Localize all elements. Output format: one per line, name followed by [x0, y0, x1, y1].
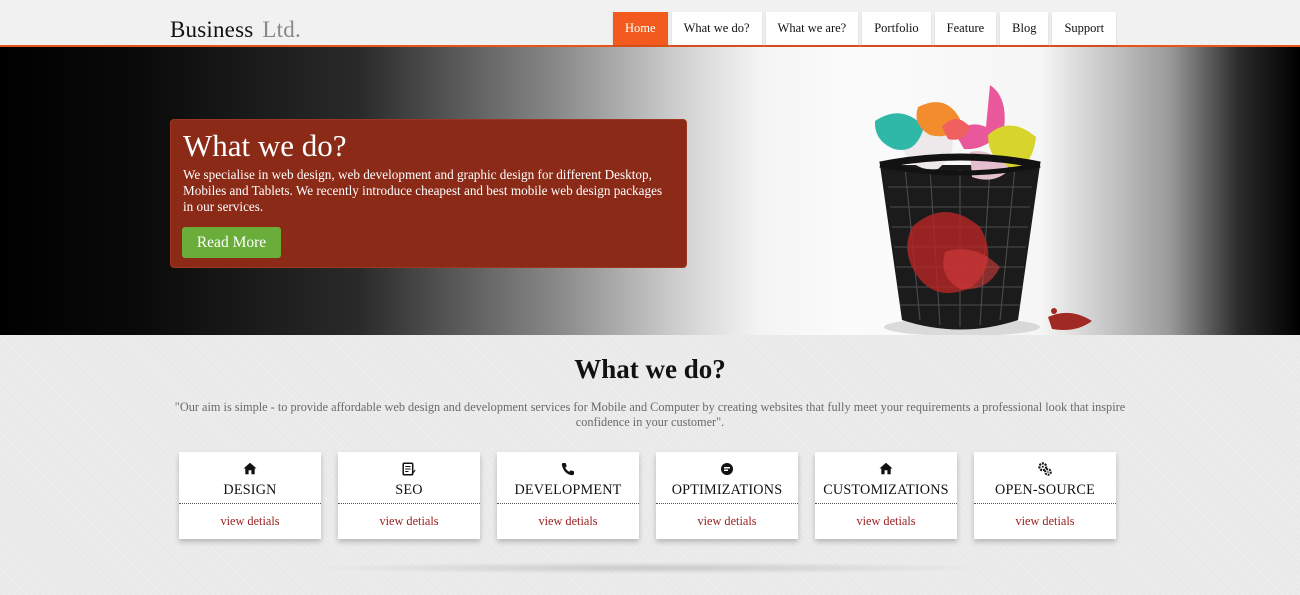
card-divider [656, 503, 798, 504]
view-details-link[interactable]: view detials [656, 514, 798, 529]
card-title: OPTIMIZATIONS [671, 482, 783, 498]
read-more-button[interactable]: Read More [182, 227, 281, 258]
nav-portfolio[interactable]: Portfolio [862, 12, 931, 45]
logo-sub-text: Ltd. [262, 17, 301, 42]
nav-what-we-do[interactable]: What we do? [671, 12, 762, 45]
service-card-open-source: OPEN-SOURCE view detials [974, 452, 1116, 539]
service-card-development: DEVELOPMENT view detials [497, 452, 639, 539]
card-title: DESIGN [223, 482, 277, 498]
nav-home[interactable]: Home [613, 12, 668, 45]
site-logo[interactable]: Business Ltd. [170, 17, 301, 43]
section-divider-shadow [310, 562, 990, 574]
service-card-design: DESIGN view detials [179, 452, 321, 539]
card-title: OPEN-SOURCE [995, 482, 1095, 498]
view-details-link[interactable]: view detials [338, 514, 480, 529]
service-card-seo: SEO view detials [338, 452, 480, 539]
card-divider [497, 503, 639, 504]
card-divider [974, 503, 1116, 504]
phone-icon [497, 462, 639, 476]
nav-what-we-are[interactable]: What we are? [765, 12, 859, 45]
main-nav: Home What we do? What we are? Portfolio … [613, 12, 1117, 45]
chat-bubble-icon [656, 462, 798, 476]
site-header: Business Ltd. Home What we do? What we ar… [0, 0, 1300, 47]
service-cards: DESIGN view detials SEO view detials DEV… [179, 452, 1116, 539]
nav-support[interactable]: Support [1052, 12, 1117, 45]
view-details-link[interactable]: view detials [179, 514, 321, 529]
view-details-link[interactable]: view detials [497, 514, 639, 529]
hero-caption-box: What we do? We specialise in web design,… [170, 119, 687, 268]
section-title: What we do? [574, 354, 726, 384]
hero-title: What we do? [183, 128, 347, 163]
card-divider [815, 503, 957, 504]
hero-description: We specialise in web design, web develop… [183, 167, 663, 214]
nav-blog[interactable]: Blog [1000, 12, 1049, 45]
logo-main-text: Business [170, 17, 254, 42]
card-title: SEO [395, 482, 423, 498]
home-icon [179, 462, 321, 476]
service-card-optimizations: OPTIMIZATIONS view detials [656, 452, 798, 539]
card-divider [179, 503, 321, 504]
gears-icon [974, 462, 1116, 476]
nav-feature[interactable]: Feature [934, 12, 997, 45]
wastebasket-image [874, 85, 1092, 335]
view-details-link[interactable]: view detials [815, 514, 957, 529]
hero-banner: What we do? We specialise in web design,… [0, 47, 1300, 335]
card-divider [338, 503, 480, 504]
card-title: DEVELOPMENT [514, 482, 622, 498]
section-quote: "Our aim is simple - to provide affordab… [174, 400, 1126, 429]
service-card-customizations: CUSTOMIZATIONS view detials [815, 452, 957, 539]
view-details-link[interactable]: view detials [974, 514, 1116, 529]
card-title: CUSTOMIZATIONS [823, 482, 949, 498]
document-edit-icon [338, 462, 480, 476]
home-icon [815, 462, 957, 476]
